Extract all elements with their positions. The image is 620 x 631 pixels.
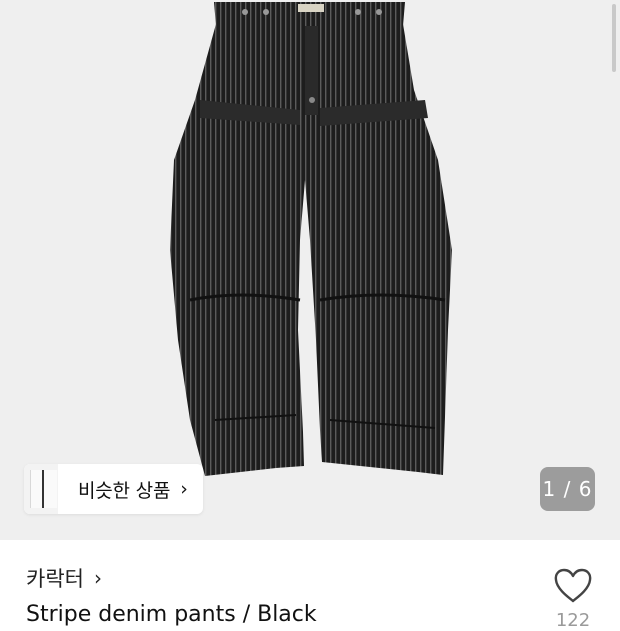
brand-link[interactable]: 카락터 › bbox=[26, 563, 102, 593]
product-title: Stripe denim pants / Black bbox=[26, 602, 317, 627]
heart-outline-icon[interactable] bbox=[553, 568, 593, 604]
similar-products-thumbnail bbox=[24, 464, 58, 514]
like-count: 122 bbox=[555, 610, 591, 631]
similar-products-button[interactable]: 비슷한 상품 › bbox=[24, 464, 203, 514]
brand-name: 카락터 bbox=[26, 567, 84, 591]
chevron-right-icon: › bbox=[180, 478, 188, 500]
product-image-gallery[interactable]: 비슷한 상품 › 1 / 6 bbox=[0, 0, 620, 540]
product-image[interactable] bbox=[0, 0, 620, 540]
similar-products-label: 비슷한 상품 bbox=[78, 479, 171, 502]
page-scrollbar[interactable] bbox=[612, 4, 616, 72]
image-page-counter: 1 / 6 bbox=[540, 467, 595, 511]
chevron-right-icon: › bbox=[93, 566, 102, 590]
